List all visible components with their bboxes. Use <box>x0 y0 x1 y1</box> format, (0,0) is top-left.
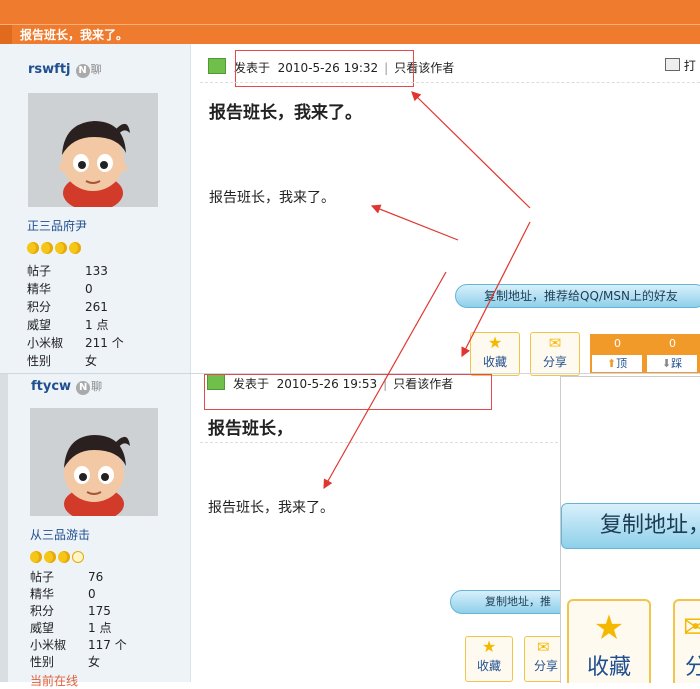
star-icon: ★ <box>487 333 503 352</box>
post2-stat-row: 积分 175 <box>30 604 111 618</box>
star-icon <box>72 551 84 563</box>
post1-avatar[interactable] <box>28 93 158 207</box>
sidebar-divider <box>190 44 191 682</box>
post2-stat-row: 帖子 76 <box>30 570 104 584</box>
offline-icon: N <box>76 381 91 395</box>
post1-author: rswftj N聊 <box>28 58 102 78</box>
post2-body: 报告班长，我来了。 <box>208 500 334 516</box>
post1-vote-panel: 0 0 ⬆顶 ⬇踩 <box>590 334 700 374</box>
post2-rank: 从三品游击 <box>30 528 91 542</box>
print-link[interactable]: 打 <box>665 57 696 74</box>
up-count: 0 <box>614 337 621 350</box>
sun-icon <box>30 551 42 563</box>
post2-author: ftycw N聊 <box>31 375 102 395</box>
meta-divider <box>200 82 700 83</box>
post1-favorite-button[interactable]: ★ 收藏 <box>470 332 520 376</box>
left-edge <box>0 374 8 682</box>
post1-stat-row: 小米椒 211 个 <box>27 336 124 350</box>
post1-share-button[interactable]: ✉ 分享 <box>530 332 580 376</box>
post2-stat-row: 威望 1 点 <box>30 621 112 635</box>
up-button[interactable]: ⬆顶 <box>592 355 642 372</box>
down-count: 0 <box>669 337 676 350</box>
post2-subject: 报告班长， <box>208 419 293 439</box>
moon-icon <box>55 242 67 254</box>
post2-stat-row: 精华 0 <box>30 587 96 601</box>
post1-subject: 报告班长，我来了。 <box>209 103 362 123</box>
zoom-inset: 复制地址， ★ 收藏 ✉ 分 <box>560 376 700 683</box>
post2-online-status: 当前在线 <box>30 674 79 688</box>
zoom-copy-address-button[interactable]: 复制地址， <box>561 503 700 549</box>
post1-stat-row: 精华 0 <box>27 282 93 296</box>
star-icon: ★ <box>481 637 497 656</box>
printer-icon <box>665 58 680 71</box>
header-edge <box>0 25 12 44</box>
moon-icon <box>58 551 70 563</box>
post1-stat-row: 性别女 <box>27 354 98 368</box>
zoom-favorite-button[interactable]: ★ 收藏 <box>567 599 651 683</box>
post2-stat-row: 小米椒 117 个 <box>30 638 127 652</box>
arrow-down-icon: ⬇ <box>661 357 672 370</box>
post1-rank: 正三品府尹 <box>27 219 88 233</box>
moon-icon <box>41 242 53 254</box>
offline-icon: N <box>75 64 90 78</box>
post1-stat-row: 威望 1 点 <box>27 318 109 332</box>
sun-icon <box>27 242 39 254</box>
post2-chat-mark[interactable]: N聊 <box>76 380 102 395</box>
post2-rank-stars <box>30 548 86 567</box>
post1-chat-mark[interactable]: N聊 <box>75 63 102 78</box>
star-icon: ★ <box>593 608 625 648</box>
arrow-up-icon: ⬆ <box>606 357 617 370</box>
post1-username[interactable]: rswftj <box>28 62 71 77</box>
moon-icon <box>44 551 56 563</box>
header-divider <box>0 24 700 25</box>
post1-rank-stars <box>27 239 83 258</box>
post2-username[interactable]: ftycw <box>31 379 71 394</box>
zoom-share-button[interactable]: ✉ 分 <box>673 599 700 683</box>
envelope-icon: ✉ <box>537 638 550 656</box>
post-status-icon <box>208 58 226 74</box>
post1-stat-row: 积分 261 <box>27 300 108 314</box>
post1-body: 报告班长，我来了。 <box>209 190 335 206</box>
post1-stat-row: 帖子 133 <box>27 264 108 278</box>
post1-copy-address-button[interactable]: 复制地址，推荐给QQ/MSN上的好友 <box>455 284 700 308</box>
down-button[interactable]: ⬇踩 <box>647 355 697 372</box>
thread-title: 报告班长，我来了。 <box>20 28 129 42</box>
arrow <box>411 91 531 209</box>
moon-icon <box>69 242 81 254</box>
arrow <box>370 204 459 241</box>
post2-avatar[interactable] <box>30 408 158 516</box>
envelope-icon: ✉ <box>548 334 562 352</box>
envelope-icon: ✉ <box>675 607 700 649</box>
meta-divider <box>200 442 558 443</box>
annotation-box <box>204 374 492 410</box>
post2-favorite-button[interactable]: ★ 收藏 <box>465 636 513 682</box>
post2-stat-row: 性别女 <box>30 655 101 669</box>
